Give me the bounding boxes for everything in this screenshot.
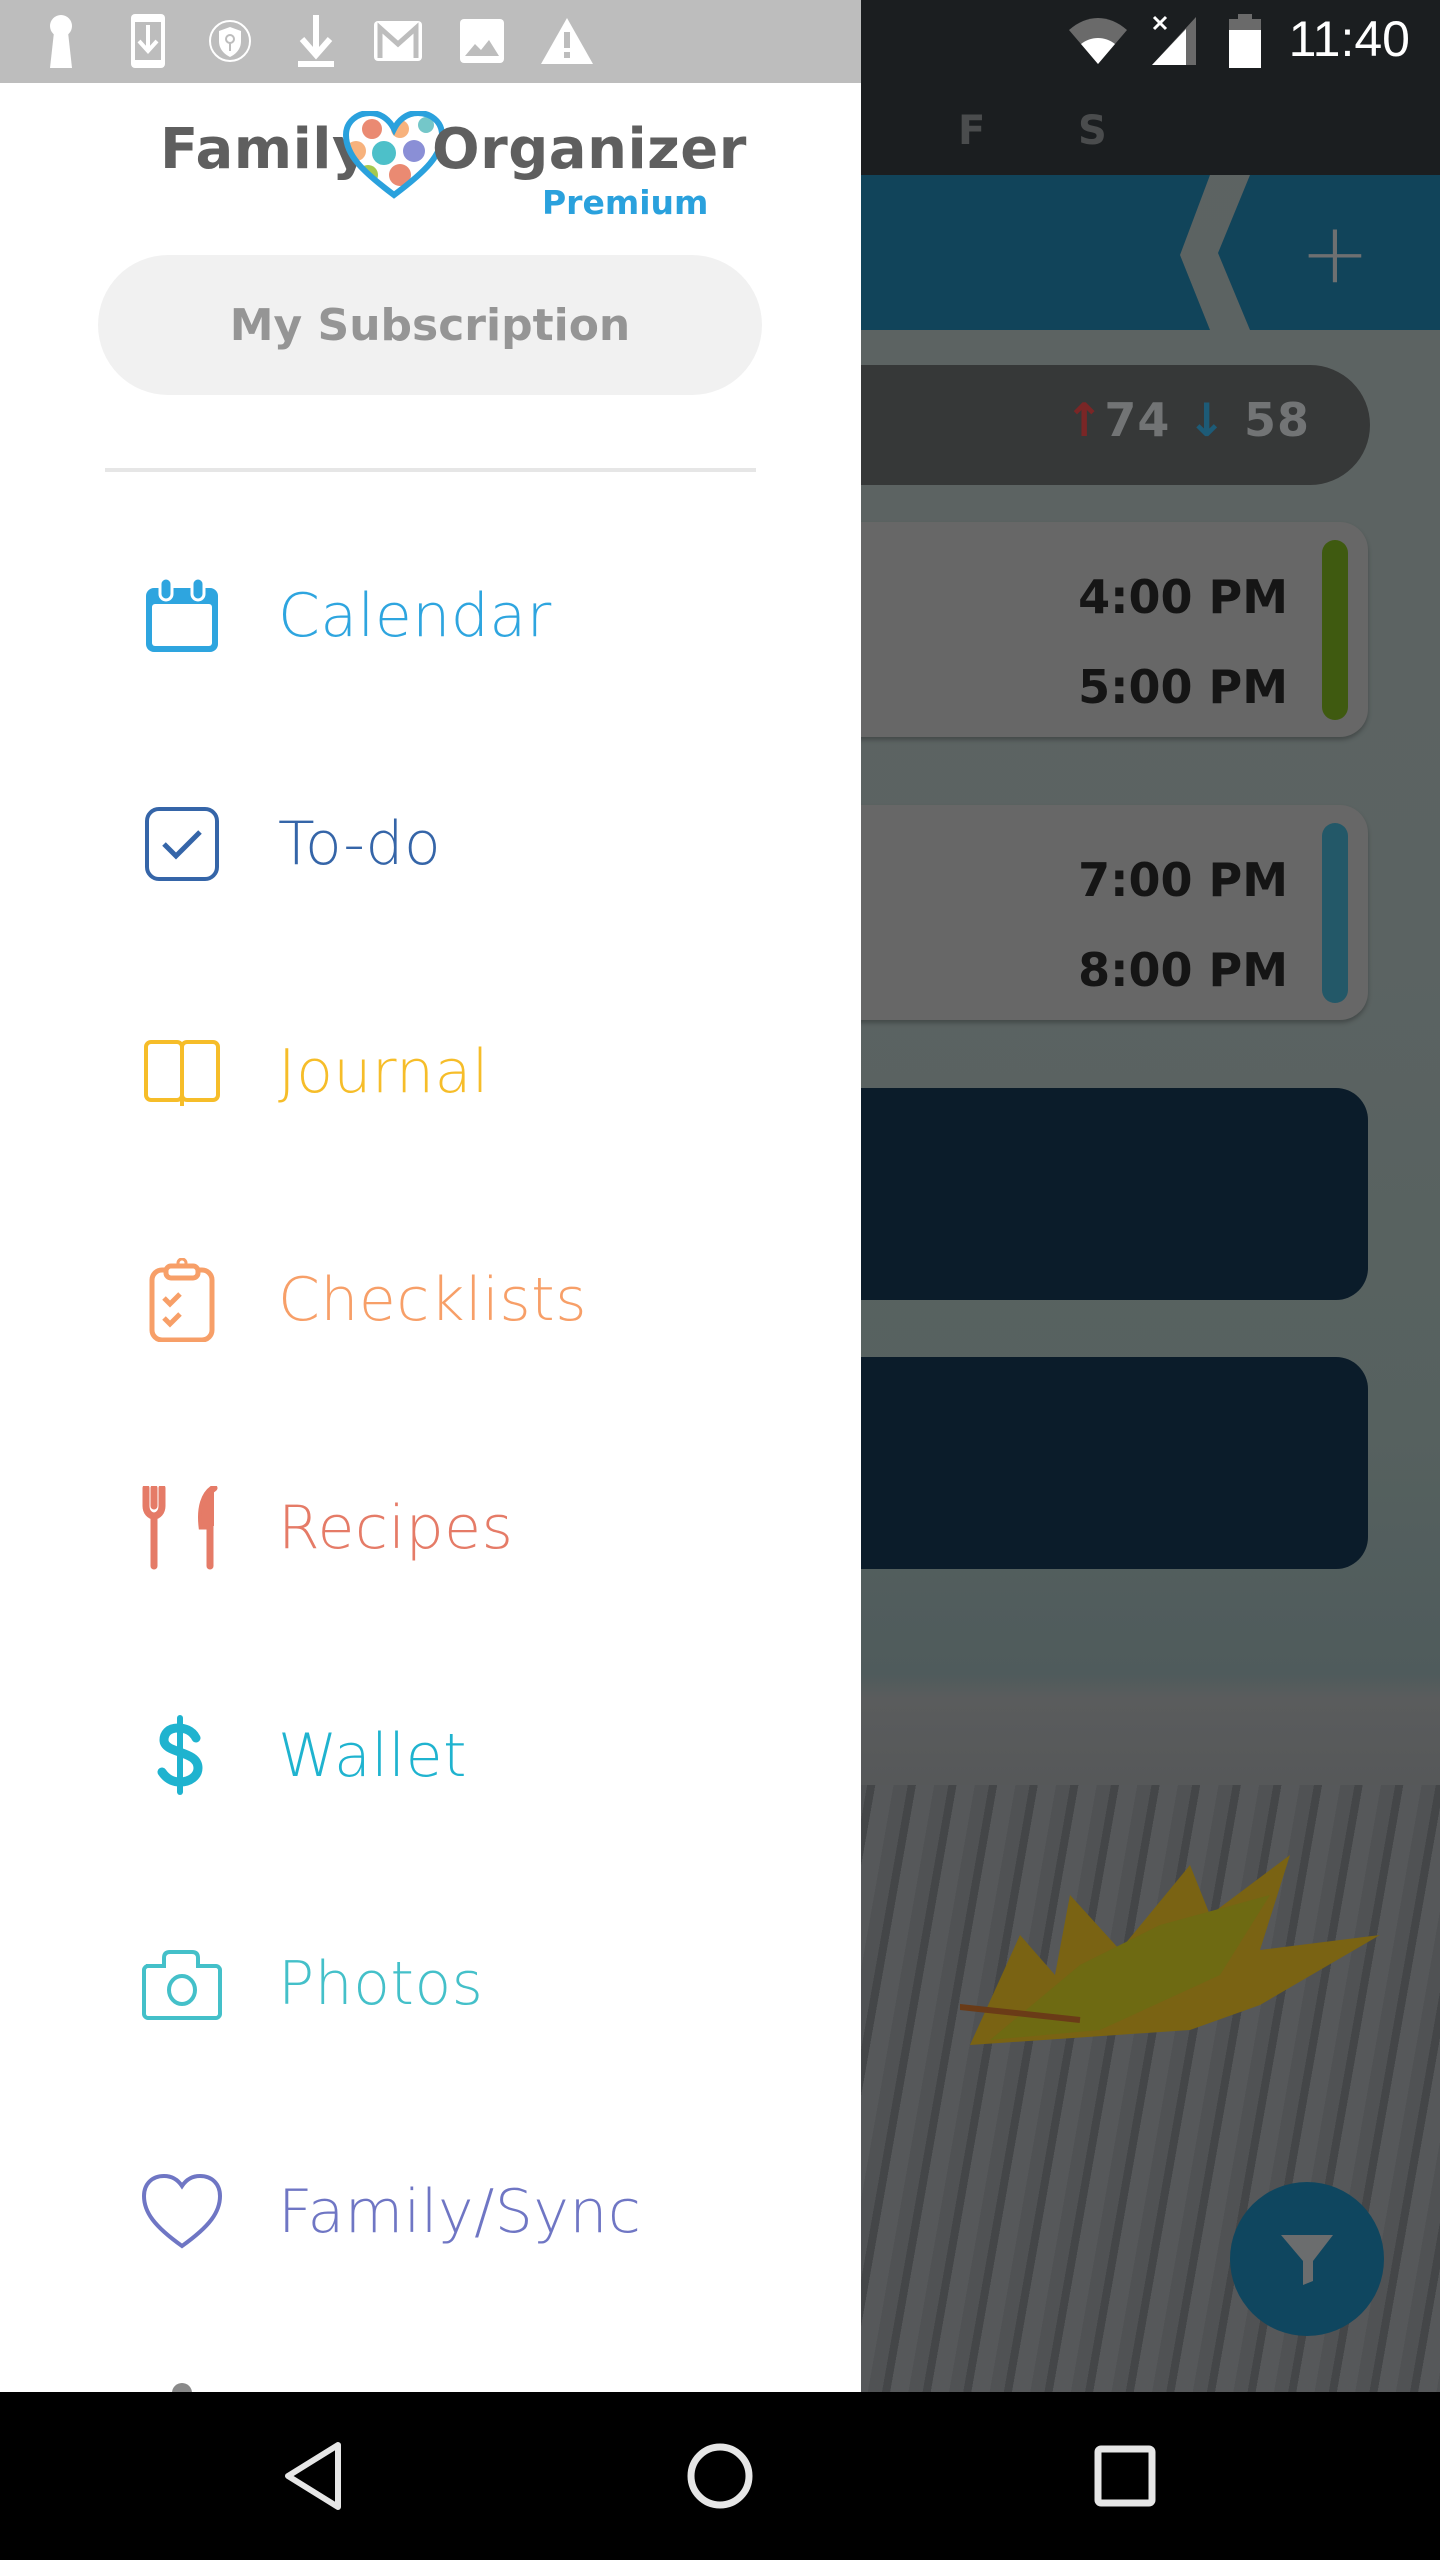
menu-item-label: Family/Sync [278, 2177, 642, 2247]
back-icon [285, 2442, 341, 2510]
menu-item-photos[interactable]: Photos [0, 1882, 861, 2082]
menu-item-label: Wallet [278, 1721, 468, 1791]
keyhole-icon [44, 14, 78, 68]
recents-button[interactable] [1075, 2426, 1175, 2526]
clipboard-check-icon [149, 1258, 215, 1342]
logo-word-family: Family [160, 117, 370, 182]
system-navigation-bar [0, 2392, 1440, 2560]
vpn-shield-icon [208, 14, 252, 68]
heart-logo-icon [342, 111, 446, 199]
home-button[interactable] [670, 2426, 770, 2526]
menu-item-label: Calendar [278, 581, 552, 651]
home-icon [687, 2443, 753, 2509]
recents-icon [1094, 2445, 1156, 2507]
wifi-icon [1066, 14, 1130, 68]
menu-item-to-do[interactable]: To-do [0, 742, 861, 942]
book-icon [144, 1040, 220, 1106]
status-time: 11:40 [1288, 11, 1410, 67]
download-icon [294, 14, 338, 68]
menu-item-wallet[interactable]: Wallet [0, 1654, 861, 1854]
gmail-icon [372, 14, 424, 68]
next-menu-item-icon-partial [172, 2383, 192, 2392]
warning-icon [538, 14, 596, 68]
menu-item-label: Journal [278, 1037, 490, 1107]
logo-word-organizer: Organizer [432, 117, 747, 182]
back-button[interactable] [265, 2426, 365, 2526]
menu-item-checklists[interactable]: Checklists [0, 1198, 861, 1398]
drawer-scrim[interactable] [861, 83, 1440, 2392]
menu-item-label: To-do [278, 809, 442, 879]
menu-item-calendar[interactable]: Calendar [0, 514, 861, 714]
camera-icon [142, 1950, 222, 2020]
status-bar: 11:40 [0, 0, 1440, 83]
phone-download-icon [128, 14, 168, 68]
navigation-drawer: Family Organizer Premium My Subscription… [0, 83, 861, 2392]
app-logo: Family Organizer Premium [0, 103, 861, 223]
menu-item-journal[interactable]: Journal [0, 970, 861, 1170]
heart-icon [141, 2173, 223, 2249]
checkbox-icon [145, 807, 219, 881]
menu-item-label: Checklists [278, 1265, 587, 1335]
my-subscription-button[interactable]: My Subscription [98, 255, 762, 395]
menu-item-label: Photos [278, 1949, 484, 2019]
battery-icon [1228, 14, 1262, 68]
menu-item-label: Recipes [278, 1493, 514, 1563]
calendar-icon [146, 576, 218, 652]
menu-item-recipes[interactable]: Recipes [0, 1426, 861, 1626]
dollar-icon [157, 1715, 203, 1795]
cell-signal-no-service-icon [1150, 14, 1198, 68]
drawer-divider [105, 468, 756, 472]
image-icon [458, 14, 506, 68]
fork-knife-icon [142, 1486, 218, 1570]
logo-premium-badge: Premium [542, 183, 709, 222]
menu-item-family-sync[interactable]: Family/Sync [0, 2110, 861, 2310]
